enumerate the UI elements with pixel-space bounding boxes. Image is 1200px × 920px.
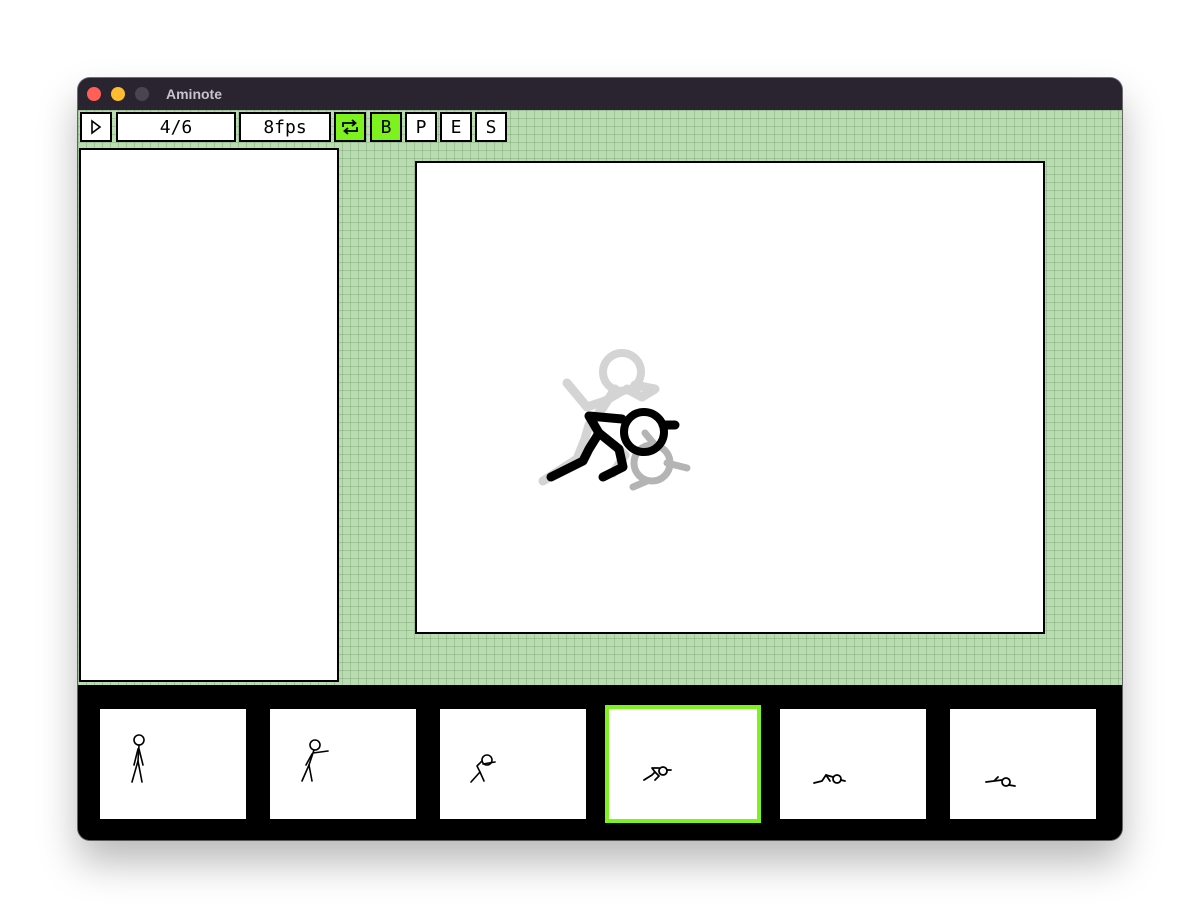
frame-1-stick-figure: [131, 734, 145, 783]
drawing-canvas[interactable]: [415, 161, 1045, 634]
fps-setting[interactable]: 8fps: [239, 112, 331, 142]
title-bar: Aminote: [78, 78, 1122, 110]
p-button[interactable]: P: [405, 112, 437, 142]
current-frame-stick-figure: [546, 408, 680, 482]
frame-5-stick-figure: [813, 774, 846, 784]
frame-thumbnail-6[interactable]: [950, 709, 1096, 819]
side-panel[interactable]: [79, 148, 339, 682]
frame-3-stick-figure: [470, 754, 496, 783]
app-window: Aminote 4/6 8fps B P E S: [78, 78, 1122, 840]
frame-thumbnail-3[interactable]: [440, 709, 586, 819]
frame-4-stick-figure: [643, 766, 672, 781]
frame-thumbnail-5[interactable]: [780, 709, 926, 819]
frame-6-stick-figure: [985, 776, 1016, 787]
b-toggle-button[interactable]: B: [370, 112, 402, 142]
s-button[interactable]: S: [475, 112, 507, 142]
play-icon: [91, 119, 102, 135]
canvas-drawing: [538, 349, 691, 491]
e-button[interactable]: E: [440, 112, 472, 142]
workspace: 4/6 8fps B P E S: [78, 110, 1122, 685]
frame-timeline: [78, 685, 1122, 840]
maximize-window-button[interactable]: [135, 87, 149, 101]
frame-counter[interactable]: 4/6: [116, 112, 236, 142]
window-title: Aminote: [166, 86, 222, 102]
frame-thumbnail-1[interactable]: [100, 709, 246, 819]
frame-thumbnail-2[interactable]: [270, 709, 416, 819]
loop-toggle-button[interactable]: [334, 112, 366, 142]
minimize-window-button[interactable]: [111, 87, 125, 101]
frame-thumbnail-4[interactable]: [605, 705, 761, 823]
loop-icon: [342, 119, 358, 135]
play-button[interactable]: [80, 112, 112, 142]
close-window-button[interactable]: [87, 87, 101, 101]
frame-2-stick-figure: [301, 739, 329, 782]
